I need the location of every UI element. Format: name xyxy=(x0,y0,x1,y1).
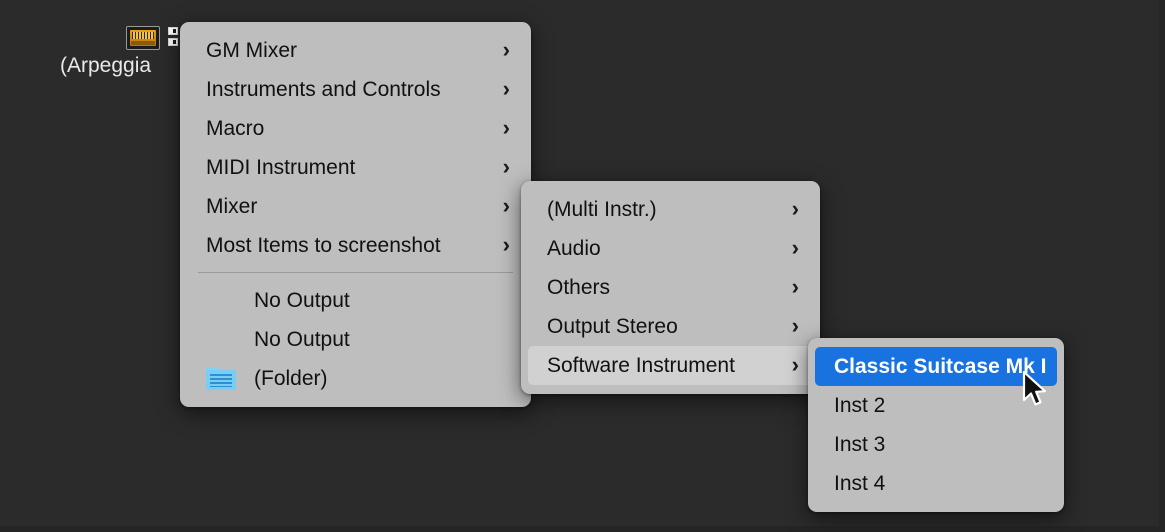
menu-item-label: Inst 4 xyxy=(834,471,886,495)
menu-item-label: Instruments and Controls xyxy=(206,77,441,101)
menu-item-label: Audio xyxy=(547,236,601,260)
chevron-right-icon: › xyxy=(791,234,799,260)
chevron-right-icon: › xyxy=(791,351,799,377)
menu-item-label: Others xyxy=(547,275,611,299)
menu-item[interactable]: Mixer › xyxy=(187,187,524,226)
menu-item-label: Mixer xyxy=(206,194,258,218)
chevron-right-icon: › xyxy=(502,114,510,140)
menu-item[interactable]: (Folder) xyxy=(187,359,524,398)
menu-item[interactable]: No Output xyxy=(187,281,524,320)
menu-item[interactable]: Instruments and Controls › xyxy=(187,70,524,109)
menu-item-label: (Folder) xyxy=(254,366,328,390)
chevron-right-icon: › xyxy=(502,153,510,179)
most-items-submenu[interactable]: (Multi Instr.) › Audio › Others › Output Stere… xyxy=(521,181,820,394)
chevron-right-icon: › xyxy=(502,75,510,101)
menu-item[interactable]: Others › xyxy=(528,268,813,307)
menu-item-label: Macro xyxy=(206,116,265,140)
menu-item[interactable]: Inst 3 xyxy=(815,425,1057,464)
menu-item-label: No Output xyxy=(254,327,350,351)
menu-item-label: Most Items to screenshot xyxy=(206,233,441,257)
menu-item[interactable]: GM Mixer › xyxy=(187,31,524,70)
menu-item-label: No Output xyxy=(254,288,350,312)
menu-item[interactable]: No Output xyxy=(187,320,524,359)
screen-root: (Arpeggia GM Mixer › Instruments and Contr… xyxy=(0,0,1165,532)
menu-item[interactable]: MIDI Instrument › xyxy=(187,148,524,187)
menu-item-label: Inst 2 xyxy=(834,393,886,417)
new-object-menu[interactable]: GM Mixer › Instruments and Controls › Macro ›… xyxy=(180,22,531,407)
menu-item-label: Software Instrument xyxy=(547,353,735,377)
menu-item-label: Inst 3 xyxy=(834,432,886,456)
chevron-right-icon: › xyxy=(502,231,510,257)
software-instrument-submenu[interactable]: Classic Suitcase Mk I Inst 2 Inst 3 Inst 4 xyxy=(808,338,1064,512)
menu-item[interactable]: Macro › xyxy=(187,109,524,148)
menu-item-label: MIDI Instrument xyxy=(206,155,356,179)
menu-item-label: Classic Suitcase Mk I xyxy=(834,354,1047,378)
menu-item[interactable]: (Multi Instr.) › xyxy=(528,190,813,229)
chevron-right-icon: › xyxy=(502,36,510,62)
chevron-right-icon: › xyxy=(791,273,799,299)
menu-item[interactable]: Most Items to screenshot › xyxy=(187,226,524,265)
keyboard-icon xyxy=(126,26,160,50)
chevron-right-icon: › xyxy=(791,312,799,338)
menu-item[interactable]: Audio › xyxy=(528,229,813,268)
chevron-right-icon: › xyxy=(502,192,510,218)
chevron-right-icon: › xyxy=(791,195,799,221)
menu-item[interactable]: Inst 4 xyxy=(815,464,1057,503)
menu-separator xyxy=(198,272,513,273)
menu-item-label: Output Stereo xyxy=(547,314,678,338)
menu-item[interactable]: Classic Suitcase Mk I xyxy=(815,347,1057,386)
menu-item[interactable]: Software Instrument › xyxy=(528,346,813,385)
menu-item[interactable]: Output Stereo › xyxy=(528,307,813,346)
folder-icon xyxy=(206,367,236,390)
menu-item-label: (Multi Instr.) xyxy=(547,197,657,221)
menu-item[interactable]: Inst 2 xyxy=(815,386,1057,425)
menu-item-label: GM Mixer xyxy=(206,38,297,62)
